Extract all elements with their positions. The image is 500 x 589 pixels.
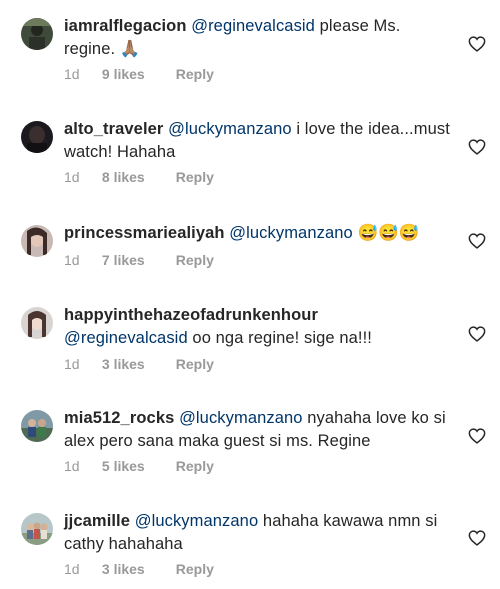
comment-username[interactable]: alto_traveler (64, 120, 163, 138)
comment-likes[interactable]: 8 likes (102, 169, 172, 185)
reply-button[interactable]: Reply (176, 169, 214, 185)
reply-button[interactable]: Reply (176, 252, 214, 268)
comment-mention[interactable]: @reginevalcasid (64, 329, 188, 347)
emoji: 😅😅😅 (357, 224, 420, 242)
comment-time: 1d (64, 356, 80, 372)
comment-time: 1d (64, 561, 80, 577)
comment-username[interactable]: mia512_rocks (64, 409, 174, 427)
reply-button[interactable]: Reply (176, 458, 214, 474)
avatar[interactable] (21, 18, 53, 50)
comment-text: princessmariealiyah @luckymanzano 😅😅😅 (64, 222, 454, 245)
comment-username[interactable]: iamralflegacion (64, 17, 187, 35)
avatar[interactable] (21, 410, 53, 442)
comment-username[interactable]: princessmariealiyah (64, 224, 225, 242)
comment-meta: 1d 9 likes Reply (64, 66, 214, 82)
comment-meta: 1d 8 likes Reply (64, 169, 214, 185)
comment-mention[interactable]: @luckymanzano (229, 224, 353, 242)
avatar[interactable] (21, 513, 53, 545)
comment-mention[interactable]: @reginevalcasid (191, 17, 315, 35)
comment-meta: 1d 3 likes Reply (64, 356, 214, 372)
heart-outline-icon[interactable] (468, 326, 486, 342)
reply-button[interactable]: Reply (176, 356, 214, 372)
emoji: 🙏🏽 (119, 40, 141, 58)
comment-text: mia512_rocks @luckymanzano nyahaha love … (64, 407, 454, 453)
comment-time: 1d (64, 66, 80, 82)
heart-outline-icon[interactable] (468, 233, 486, 249)
comment-mention[interactable]: @luckymanzano (168, 120, 292, 138)
heart-outline-icon[interactable] (468, 139, 486, 155)
avatar[interactable] (21, 121, 53, 153)
comment-likes[interactable]: 3 likes (102, 561, 172, 577)
comment-meta: 1d 3 likes Reply (64, 561, 214, 577)
avatar[interactable] (21, 225, 53, 257)
comment-text: jjcamille @luckymanzano hahaha kawawa nm… (64, 510, 454, 556)
comment-mention[interactable]: @luckymanzano (179, 409, 303, 427)
comment-username[interactable]: happyinthehazeofadrunkenhour (64, 306, 318, 324)
comment-time: 1d (64, 169, 80, 185)
reply-button[interactable]: Reply (176, 66, 214, 82)
comment-likes[interactable]: 5 likes (102, 458, 172, 474)
avatar[interactable] (21, 307, 53, 339)
comment-meta: 1d 5 likes Reply (64, 458, 214, 474)
comment-username[interactable]: jjcamille (64, 512, 130, 530)
reply-button[interactable]: Reply (176, 561, 214, 577)
comment-time: 1d (64, 252, 80, 268)
comment-likes[interactable]: 3 likes (102, 356, 172, 372)
comments-list: iamralflegacion @reginevalcasid please M… (0, 0, 500, 589)
comment-text: iamralflegacion @reginevalcasid please M… (64, 15, 454, 61)
comment-text: alto_traveler @luckymanzano i love the i… (64, 118, 454, 164)
comment-mention[interactable]: @luckymanzano (135, 512, 259, 530)
comment-message: oo nga regine! sige na!!! (187, 329, 372, 347)
comment-time: 1d (64, 458, 80, 474)
heart-outline-icon[interactable] (468, 530, 486, 546)
comment-likes[interactable]: 7 likes (102, 252, 172, 268)
comment-text: happyinthehazeofadrunkenhour @reginevalc… (64, 304, 454, 350)
heart-outline-icon[interactable] (468, 428, 486, 444)
comment-meta: 1d 7 likes Reply (64, 252, 214, 268)
heart-outline-icon[interactable] (468, 36, 486, 52)
comment-likes[interactable]: 9 likes (102, 66, 172, 82)
